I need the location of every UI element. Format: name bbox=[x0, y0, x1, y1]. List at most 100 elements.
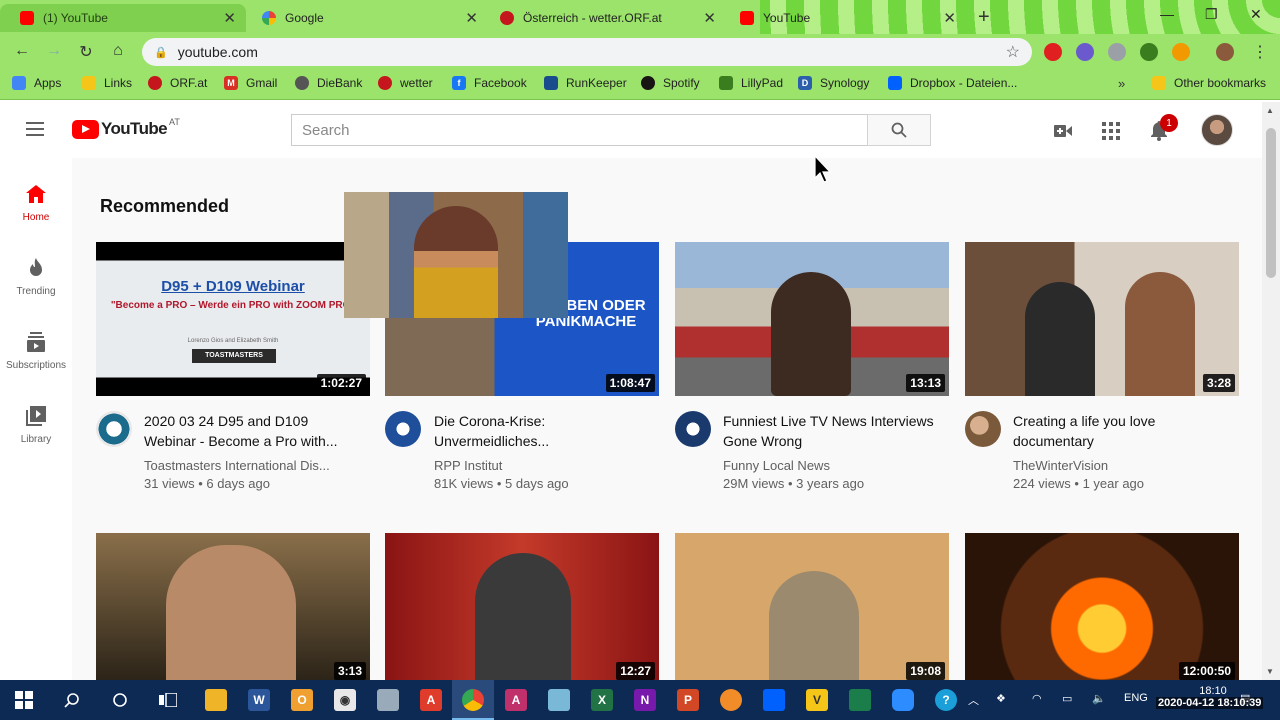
extension-circle-icon[interactable] bbox=[1108, 43, 1126, 61]
close-tab-icon[interactable]: ✕ bbox=[223, 9, 236, 27]
apps-grid-icon[interactable] bbox=[1100, 120, 1122, 142]
video-thumbnail[interactable]: 12:00:50 bbox=[965, 533, 1239, 680]
bookmark-other[interactable]: Other bookmarks bbox=[1152, 76, 1266, 90]
more-bookmarks-icon[interactable]: » bbox=[1118, 76, 1125, 91]
taskbar-clock[interactable]: 18:10 bbox=[1158, 684, 1268, 698]
video-thumbnail[interactable]: 3:28 bbox=[965, 242, 1239, 396]
bookmark-synology[interactable]: D Synology bbox=[798, 76, 869, 90]
task-view-icon[interactable] bbox=[157, 689, 179, 711]
minimize-icon[interactable]: — bbox=[1160, 6, 1174, 22]
tab-orf-wetter[interactable]: Österreich - wetter.ORF.at ✕ bbox=[480, 4, 726, 32]
snipping-tool-icon[interactable] bbox=[377, 689, 399, 711]
channel-avatar[interactable] bbox=[675, 411, 711, 447]
home-button-icon[interactable]: ⌂ bbox=[108, 42, 128, 60]
forward-icon[interactable]: → bbox=[44, 42, 64, 60]
windows-start-icon[interactable] bbox=[13, 689, 35, 711]
cortana-icon[interactable] bbox=[109, 689, 131, 711]
video-thumbnail[interactable]: D95 + D109 Webinar "Become a PRO – Werde… bbox=[96, 242, 370, 396]
video-title[interactable]: Die Corona-Krise: Unvermeidliches... bbox=[434, 411, 646, 451]
video-thumbnail[interactable]: 19:08 bbox=[675, 533, 949, 680]
powerpoint-icon[interactable]: P bbox=[677, 689, 699, 711]
youtube-logo[interactable]: YouTube AT bbox=[72, 117, 180, 139]
guide-item-home[interactable]: Home bbox=[0, 182, 72, 223]
create-video-icon[interactable] bbox=[1052, 120, 1074, 142]
dropbox-icon[interactable] bbox=[763, 689, 785, 711]
tab-google[interactable]: Google ✕ bbox=[242, 4, 488, 32]
help-icon[interactable]: ? bbox=[935, 689, 957, 711]
outlook-icon[interactable]: O bbox=[291, 689, 313, 711]
battery-icon[interactable]: ▭ bbox=[1062, 692, 1072, 705]
notes-icon[interactable] bbox=[548, 689, 570, 711]
scroll-down-icon[interactable]: ▼ bbox=[1266, 667, 1274, 676]
chrome-icon[interactable] bbox=[462, 689, 484, 711]
close-tab-icon[interactable]: ✕ bbox=[943, 9, 956, 27]
scroll-up-icon[interactable]: ▲ bbox=[1266, 106, 1274, 115]
address-bar[interactable]: 🔒 youtube.com ☆ bbox=[142, 38, 1032, 66]
file-explorer-icon[interactable] bbox=[205, 689, 227, 711]
close-tab-icon[interactable]: ✕ bbox=[703, 9, 716, 27]
search-button[interactable] bbox=[867, 114, 931, 146]
tray-chevron-icon[interactable]: ︿ bbox=[968, 692, 979, 708]
bookmark-gmail[interactable]: M Gmail bbox=[224, 76, 277, 90]
vlc-icon[interactable]: V bbox=[806, 689, 828, 711]
video-thumbnail[interactable]: 13:13 bbox=[675, 242, 949, 396]
back-icon[interactable]: ← bbox=[12, 42, 32, 60]
chrome-menu-icon[interactable]: ⋮ bbox=[1250, 42, 1270, 62]
guide-item-library[interactable]: Library bbox=[0, 404, 72, 445]
camera-icon[interactable]: ◉ bbox=[334, 689, 356, 711]
bookmark-links[interactable]: Links bbox=[82, 76, 132, 90]
volume-icon[interactable]: 🔈 bbox=[1092, 692, 1106, 705]
channel-name[interactable]: RPP Institut bbox=[434, 457, 646, 475]
video-title[interactable]: Funniest Live TV News Interviews Gone Wr… bbox=[723, 411, 935, 451]
close-tab-icon[interactable]: ✕ bbox=[465, 9, 478, 27]
account-avatar[interactable] bbox=[1201, 114, 1233, 146]
tab-youtube-1[interactable]: (1) YouTube ✕ bbox=[0, 4, 246, 32]
bookmark-apps[interactable]: Apps bbox=[12, 76, 61, 90]
access-icon[interactable]: A bbox=[505, 689, 527, 711]
guide-item-subscriptions[interactable]: Subscriptions bbox=[0, 330, 72, 371]
channel-avatar[interactable] bbox=[385, 411, 421, 447]
bookmark-orf[interactable]: ORF.at bbox=[148, 76, 207, 90]
app-icon[interactable] bbox=[849, 689, 871, 711]
video-title[interactable]: 2020 03 24 D95 and D109 Webinar - Become… bbox=[144, 411, 356, 451]
excel-icon[interactable]: X bbox=[591, 689, 613, 711]
restore-icon[interactable]: ❐ bbox=[1205, 6, 1218, 23]
bookmark-lillypad[interactable]: LillyPad bbox=[719, 76, 783, 90]
profile-avatar-icon[interactable] bbox=[1216, 43, 1234, 61]
wifi-icon[interactable]: ◠ bbox=[1032, 692, 1042, 705]
extension-adblock-icon[interactable] bbox=[1044, 43, 1062, 61]
channel-name[interactable]: Funny Local News bbox=[723, 457, 935, 475]
channel-name[interactable]: TheWinterVision bbox=[1013, 457, 1225, 475]
bookmark-spotify[interactable]: Spotify bbox=[641, 76, 700, 90]
settings-app-icon[interactable] bbox=[720, 689, 742, 711]
video-title[interactable]: Creating a life you love documentary bbox=[1013, 411, 1225, 451]
scrollbar-thumb[interactable] bbox=[1266, 128, 1276, 278]
bookmark-star-icon[interactable]: ☆ bbox=[1006, 42, 1020, 62]
close-window-icon[interactable]: ✕ bbox=[1250, 6, 1262, 23]
bookmark-runkeeper[interactable]: RunKeeper bbox=[544, 76, 627, 90]
extension-privacy-icon[interactable] bbox=[1076, 43, 1094, 61]
channel-avatar[interactable] bbox=[965, 411, 1001, 447]
search-input[interactable]: Search bbox=[291, 114, 867, 146]
onenote-icon[interactable]: N bbox=[634, 689, 656, 711]
channel-avatar[interactable] bbox=[96, 411, 132, 447]
video-thumbnail[interactable]: 12:27 bbox=[385, 533, 659, 680]
zoom-icon[interactable] bbox=[892, 689, 914, 711]
word-icon[interactable]: W bbox=[248, 689, 270, 711]
dropbox-tray-icon[interactable]: ❖ bbox=[996, 692, 1006, 705]
tab-youtube-2[interactable]: YouTube ✕ bbox=[720, 4, 966, 32]
guide-menu-icon[interactable] bbox=[26, 122, 44, 140]
extension-eye-icon[interactable] bbox=[1140, 43, 1158, 61]
bookmark-wetter[interactable]: wetter bbox=[378, 76, 433, 90]
search-icon[interactable] bbox=[61, 689, 83, 711]
guide-item-trending[interactable]: Trending bbox=[0, 256, 72, 297]
new-tab-button[interactable]: + bbox=[978, 6, 990, 29]
bookmark-facebook[interactable]: f Facebook bbox=[452, 76, 527, 90]
language-indicator[interactable]: ENG bbox=[1124, 692, 1148, 704]
reload-icon[interactable]: ↻ bbox=[76, 42, 96, 62]
extension-key-icon[interactable] bbox=[1172, 43, 1190, 61]
acrobat-icon[interactable]: A bbox=[420, 689, 442, 711]
page-scrollbar[interactable]: ▲ ▼ bbox=[1262, 102, 1280, 680]
bookmark-dropbox[interactable]: Dropbox - Dateien... bbox=[888, 76, 1017, 90]
channel-name[interactable]: Toastmasters International Dis... bbox=[144, 457, 356, 475]
